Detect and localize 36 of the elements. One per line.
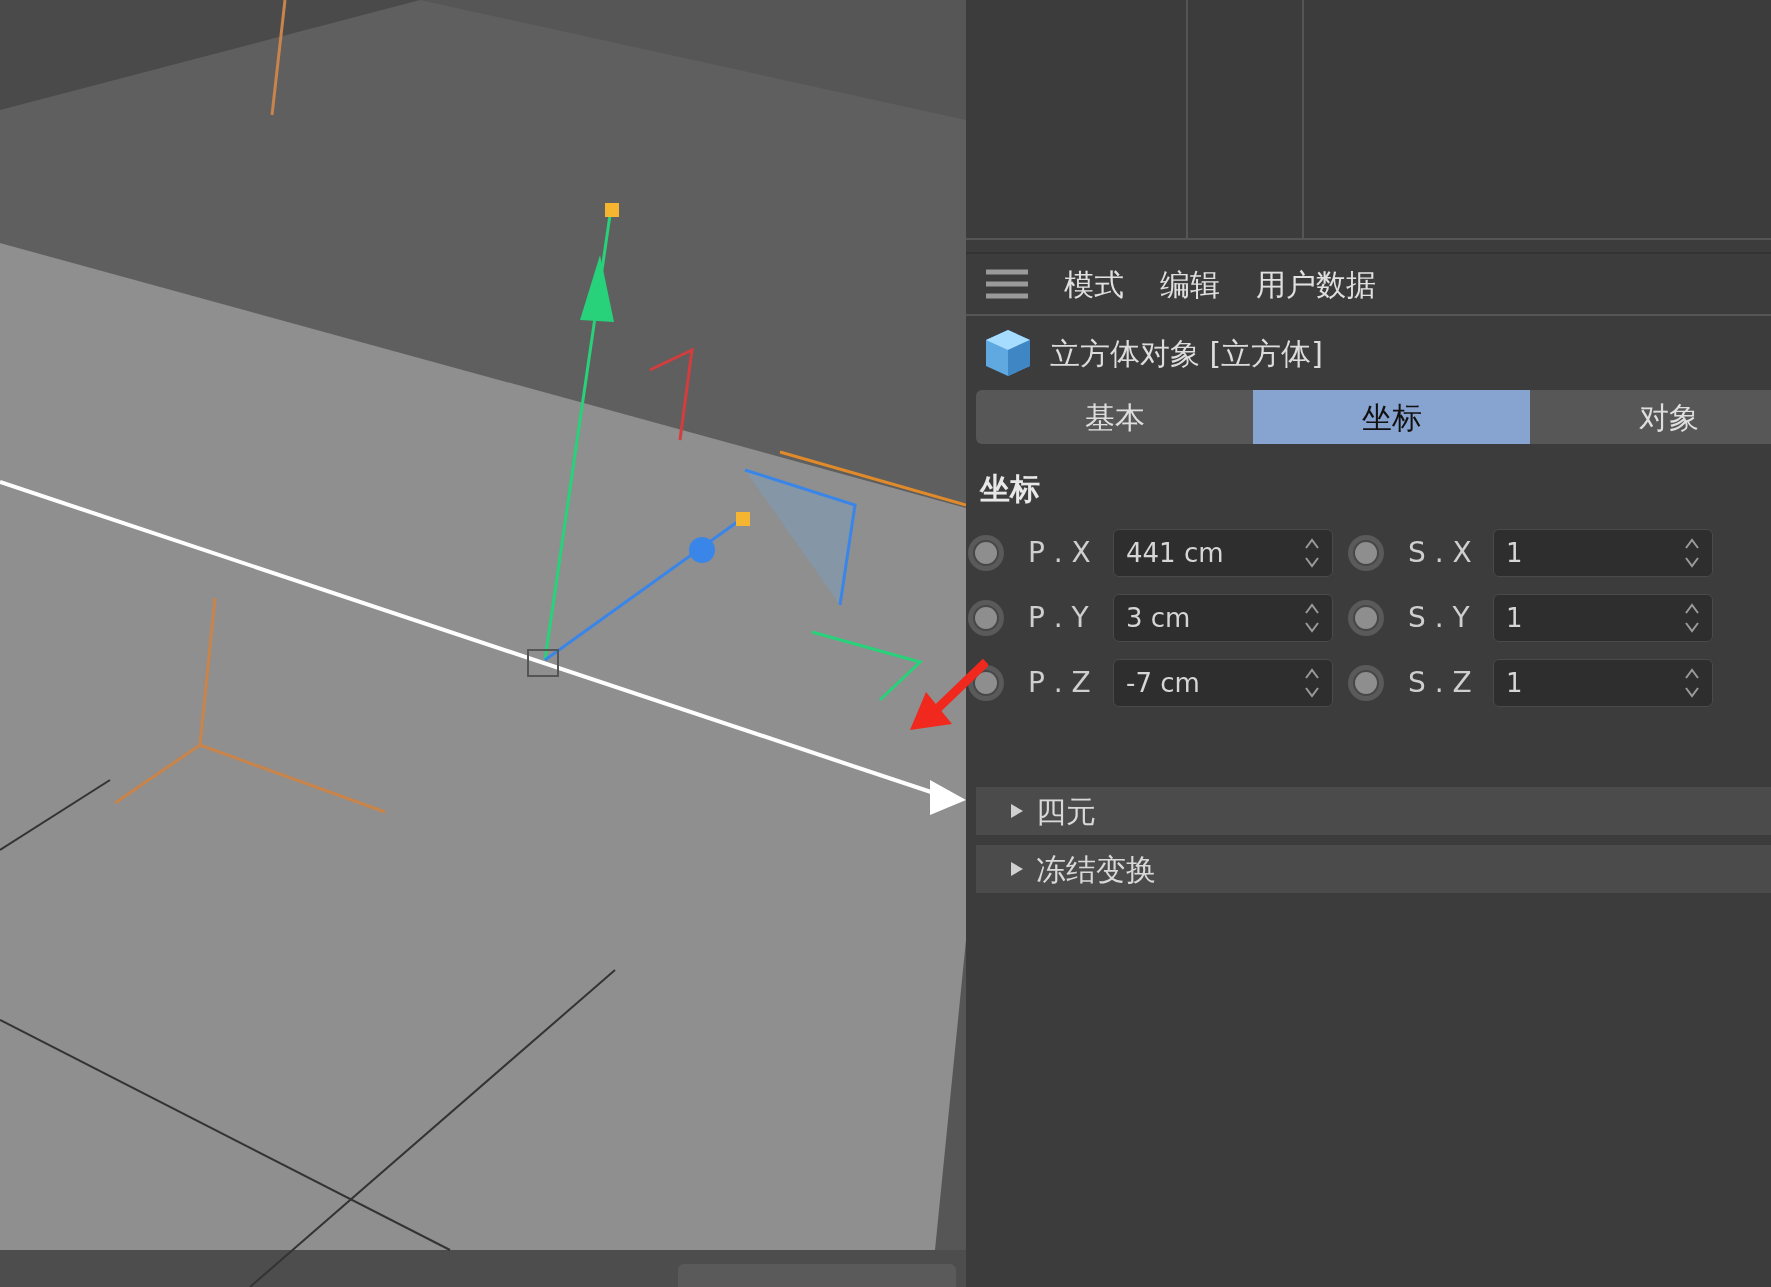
number-field[interactable]: 441 cm bbox=[1113, 529, 1333, 577]
parameter-label: P . Z bbox=[1028, 665, 1092, 701]
tab[interactable]: 对象 bbox=[1530, 390, 1771, 444]
keyframe-dot-icon[interactable] bbox=[1348, 665, 1384, 701]
tab[interactable]: 坐标 bbox=[1253, 390, 1530, 444]
keyframe-dot-icon[interactable] bbox=[968, 665, 1004, 701]
keyframe-dot-icon[interactable] bbox=[1348, 535, 1384, 571]
section-title: 坐标 bbox=[978, 470, 1041, 508]
collapsible-group[interactable]: 四元 bbox=[976, 787, 1771, 835]
number-field[interactable]: 3 cm bbox=[1113, 594, 1333, 642]
spinner-icon bbox=[1304, 601, 1320, 635]
cube-icon bbox=[984, 328, 1032, 378]
parameter-label: S . Z bbox=[1408, 665, 1473, 701]
tab[interactable]: 基本 bbox=[976, 390, 1253, 444]
parameter-label: S . Y bbox=[1408, 600, 1471, 636]
menu-icon bbox=[986, 269, 1028, 299]
spinner-icon bbox=[1684, 666, 1700, 700]
collapsible-group[interactable]: 冻结变换 bbox=[976, 845, 1771, 893]
spinner-icon bbox=[1304, 536, 1320, 570]
parameter-label: P . Y bbox=[1028, 600, 1090, 636]
menu-item[interactable]: 用户数据 bbox=[1256, 261, 1376, 307]
keyframe-dot-icon[interactable] bbox=[1348, 600, 1384, 636]
parameter-label: S . X bbox=[1408, 535, 1473, 571]
keyframe-dot-icon[interactable] bbox=[968, 600, 1004, 636]
number-field[interactable]: 1 bbox=[1493, 594, 1713, 642]
object-title: 立方体对象 [立方体] bbox=[1050, 334, 1323, 373]
spinner-icon bbox=[1684, 601, 1700, 635]
spinner-icon bbox=[1304, 666, 1320, 700]
number-field[interactable]: 1 bbox=[1493, 529, 1713, 577]
parameter-label: P . X bbox=[1028, 535, 1092, 571]
spinner-icon bbox=[1684, 536, 1700, 570]
keyframe-dot-icon[interactable] bbox=[968, 535, 1004, 571]
number-field[interactable]: -7 cm bbox=[1113, 659, 1333, 707]
menu-item[interactable]: 模式 bbox=[1064, 261, 1124, 307]
number-field[interactable]: 1 bbox=[1493, 659, 1713, 707]
menu-item[interactable]: 编辑 bbox=[1160, 261, 1220, 307]
